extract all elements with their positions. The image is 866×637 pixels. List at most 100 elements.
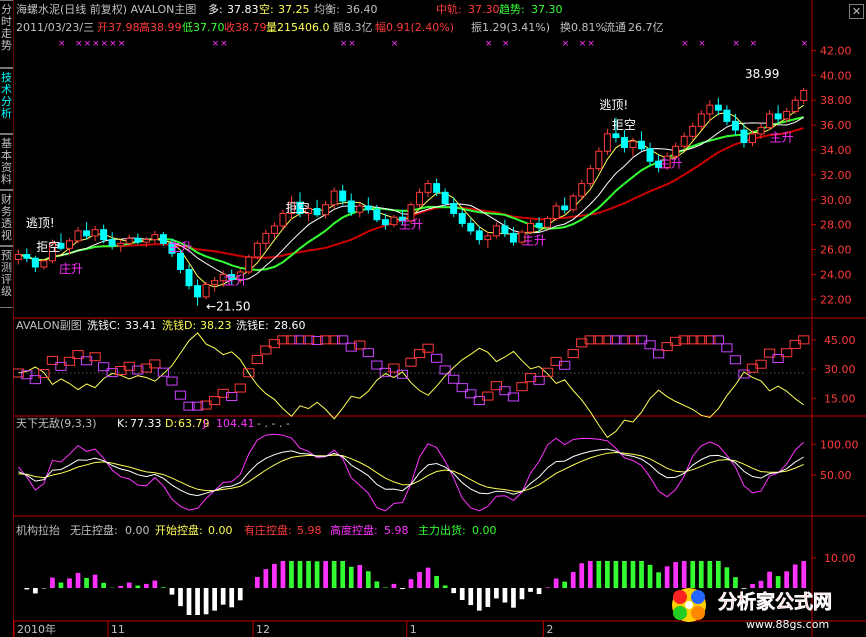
signal-x-marker: × bbox=[118, 39, 126, 49]
taoding-label-1: 逃顶! bbox=[26, 216, 55, 230]
sub1-ytick-label: 15.00 bbox=[824, 392, 856, 405]
candle bbox=[603, 128, 611, 155]
candle bbox=[211, 276, 219, 292]
avalon-box bbox=[251, 355, 263, 365]
signal-x-marker: × bbox=[485, 39, 493, 49]
main-price-panel[interactable]: 逃顶!拒空庄升主升主升拒空主升主升逃顶!拒空主升主升←21.5038.99× × ×… bbox=[14, 39, 808, 314]
sub2-title: 天下无敌(9,3,3) bbox=[16, 416, 97, 430]
signal-x-marker: × bbox=[75, 39, 83, 49]
vol-label: 量 bbox=[266, 21, 277, 34]
candle-body bbox=[364, 205, 372, 211]
candle-body bbox=[159, 234, 167, 244]
main-ytick-label: 30.00 bbox=[820, 194, 852, 207]
kdj-sub-panel[interactable] bbox=[17, 433, 805, 512]
candle bbox=[689, 122, 697, 141]
candle bbox=[339, 184, 347, 205]
junheng-label: 均衡: bbox=[314, 3, 340, 16]
sub2-ytick-label: 100.00 bbox=[820, 438, 859, 451]
sub1-d-value: 38.23 bbox=[200, 319, 232, 332]
avalon-box bbox=[174, 390, 187, 400]
sub1-header: AVALON副图 洗钱C: 33.41 洗钱D: 38.23 洗钱E: 28.6… bbox=[16, 318, 306, 332]
signal-x-marker: × bbox=[732, 39, 740, 49]
candle-body bbox=[194, 285, 202, 298]
sidebar-tab-1[interactable]: 技术分析 bbox=[0, 68, 13, 134]
main-ytick-label: 42.00 bbox=[820, 44, 852, 57]
candle-body bbox=[484, 235, 492, 241]
signal-x-marker: × bbox=[109, 39, 117, 49]
sub3-c-label: 有庄控盘: bbox=[244, 523, 292, 537]
zhonggui-value: 37.30 bbox=[468, 3, 500, 16]
candle-body bbox=[757, 127, 765, 135]
candle-body bbox=[151, 234, 159, 241]
candle-body bbox=[774, 113, 782, 120]
sidebar-tab-0[interactable]: 分时走势 bbox=[0, 0, 13, 68]
candle bbox=[253, 240, 261, 260]
candle bbox=[347, 193, 355, 216]
candle-body bbox=[347, 200, 355, 213]
x-axis: 2010年 11 12 1 2 bbox=[13, 621, 553, 637]
kong-label: 空: bbox=[259, 2, 274, 16]
signal-x-marker: × bbox=[212, 39, 220, 49]
candle-body bbox=[23, 254, 31, 259]
sub1-c-label: 洗钱C: bbox=[87, 318, 120, 332]
sub1-ytick-label: 45.00 bbox=[824, 334, 856, 347]
xaxis-label-3: 1 bbox=[410, 623, 417, 636]
candle-body bbox=[31, 257, 39, 268]
candle-body bbox=[134, 237, 142, 243]
candle bbox=[23, 248, 31, 262]
candle bbox=[714, 97, 722, 116]
zhusheng-label-4: 主升 bbox=[522, 234, 546, 248]
candle-body bbox=[544, 217, 552, 228]
sidebar-tab-3[interactable]: 财务透视 bbox=[0, 190, 13, 246]
candle bbox=[595, 147, 603, 172]
close-button[interactable]: ✕ bbox=[849, 4, 864, 19]
candle-body bbox=[322, 204, 330, 216]
candle-body bbox=[552, 205, 560, 219]
candle bbox=[697, 110, 705, 131]
candle-body bbox=[509, 232, 517, 243]
candle bbox=[151, 230, 159, 244]
signal-x-marker: × bbox=[84, 39, 92, 49]
zhonggui-label: 中轨: bbox=[436, 2, 462, 16]
sub1-ytick-label: 30.00 bbox=[824, 363, 856, 376]
kdj-j-line bbox=[17, 433, 805, 512]
fu-value: 0.91(2.40%) bbox=[386, 21, 454, 34]
close-value: 38.79 bbox=[235, 21, 267, 34]
candle-body bbox=[330, 190, 338, 206]
signal-x-marker: × bbox=[502, 39, 510, 49]
candle-body bbox=[603, 133, 611, 152]
candle bbox=[800, 87, 808, 104]
candle-body bbox=[492, 225, 500, 237]
candle-body bbox=[424, 183, 432, 193]
candle-body bbox=[458, 212, 466, 224]
candle-body bbox=[749, 133, 756, 144]
candle-body bbox=[339, 190, 347, 202]
sidebar-tab-2[interactable]: 基本资料 bbox=[0, 134, 13, 190]
avalon-box bbox=[448, 374, 460, 384]
candle-body bbox=[176, 252, 184, 270]
candle-body bbox=[706, 104, 714, 115]
candle bbox=[364, 197, 372, 214]
main-title: 海螺水泥(日线 前复权) AVALON主图 bbox=[16, 2, 196, 16]
sub1-e-label: 洗钱E: bbox=[236, 318, 269, 332]
candle-body bbox=[501, 225, 509, 234]
zhusheng-label-6: 主升 bbox=[770, 130, 794, 144]
avalon-box bbox=[721, 343, 733, 353]
candle-body bbox=[629, 140, 637, 149]
sidebar-tab-4[interactable]: 预测评级 bbox=[0, 246, 13, 308]
candle-body bbox=[638, 140, 646, 150]
quote-line: 2011/03/23/三 开 37.98 高 38.99 低 37.70 收 3… bbox=[16, 20, 664, 34]
taoding-label-2: 逃顶! bbox=[599, 98, 628, 112]
main-ytick-label: 34.00 bbox=[820, 144, 852, 157]
sub2-j-label: J: bbox=[202, 417, 210, 430]
junheng-value: 36.40 bbox=[346, 3, 378, 16]
candle-body bbox=[612, 133, 620, 139]
xaxis-label-1: 11 bbox=[111, 623, 125, 636]
candle bbox=[159, 232, 167, 246]
amount-value: 8.3亿 bbox=[344, 21, 373, 34]
candle-body bbox=[527, 222, 535, 233]
signal-x-marker: × bbox=[750, 39, 758, 49]
jukong-label-2: 拒空 bbox=[285, 201, 309, 215]
candle-body bbox=[714, 104, 722, 111]
duo-value: 37.83 bbox=[227, 3, 259, 16]
